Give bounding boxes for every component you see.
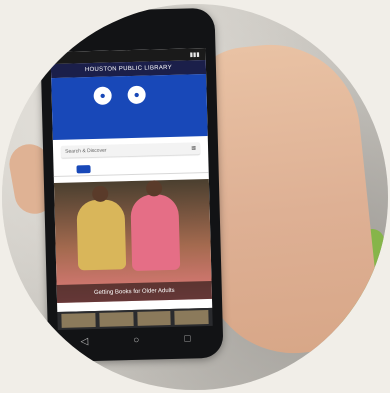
- tab-bar: [53, 159, 209, 178]
- search-bar[interactable]: Search & Discover ▦: [60, 142, 201, 158]
- content-thumbnails: [57, 307, 213, 330]
- hero-section: ● ●: [51, 74, 208, 141]
- thumbnail[interactable]: [174, 310, 209, 325]
- person-left: [76, 185, 127, 271]
- smartphone: ▮▮▮ HOUSTON PUBLIC LIBRARY ● ● Search & …: [39, 7, 224, 363]
- feature-card[interactable]: Getting Books for Older Adults: [53, 178, 213, 303]
- status-icons: ▮▮▮: [189, 51, 200, 58]
- feature-caption: Getting Books for Older Adults: [56, 280, 213, 303]
- photo-frame: ▮▮▮ HOUSTON PUBLIC LIBRARY ● ● Search & …: [2, 4, 388, 390]
- tab-3[interactable]: [184, 164, 186, 170]
- person-right: [130, 180, 181, 272]
- thumbnail[interactable]: [99, 312, 134, 327]
- tab-1[interactable]: [76, 165, 91, 174]
- home-icon[interactable]: ○: [133, 334, 139, 345]
- search-placeholder: Search & Discover: [65, 147, 107, 155]
- thumbnail[interactable]: [136, 311, 171, 326]
- avatar-icon: ●: [93, 86, 112, 105]
- barcode-icon[interactable]: ▦: [191, 145, 196, 151]
- back-icon[interactable]: ◁: [80, 336, 88, 347]
- face-left: [92, 185, 109, 203]
- avatar-icon: ●: [127, 85, 146, 105]
- face-right: [145, 180, 163, 197]
- thumbnail[interactable]: [61, 312, 96, 328]
- app-title: HOUSTON PUBLIC LIBRARY: [84, 64, 173, 74]
- account-avatars: ● ●: [93, 85, 146, 107]
- android-nav-bar: ◁ ○ □: [58, 330, 213, 350]
- recents-icon[interactable]: □: [184, 333, 190, 344]
- phone-screen: ▮▮▮ HOUSTON PUBLIC LIBRARY ● ● Search & …: [50, 48, 213, 312]
- tab-2[interactable]: [136, 165, 138, 171]
- avatar-group-1[interactable]: ●: [93, 86, 112, 106]
- avatar-group-2[interactable]: ●: [127, 85, 146, 106]
